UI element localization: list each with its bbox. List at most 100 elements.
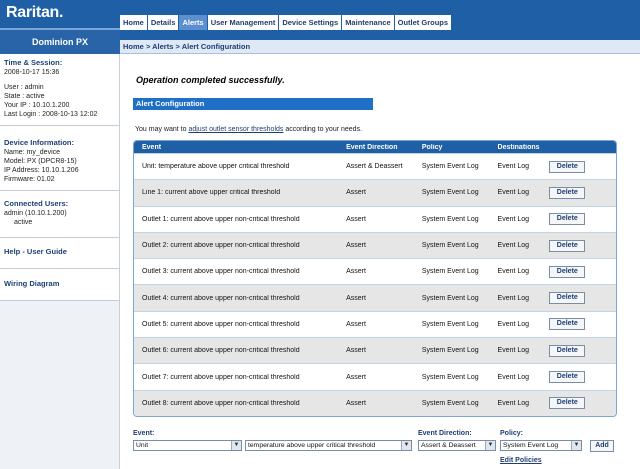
help-user-guide-link[interactable]: Help - User Guide <box>0 238 119 269</box>
tab-details[interactable]: Details <box>147 15 180 30</box>
action-cell: Delete <box>549 239 616 252</box>
breadcrumb-home[interactable]: Home <box>123 42 144 51</box>
direction-cell: Assert <box>346 268 366 276</box>
action-cell: Delete <box>549 397 616 410</box>
direction-cell: Assert <box>346 215 366 223</box>
column-header-direction: Event Direction <box>346 143 398 151</box>
policy-cell: System Event Log <box>421 215 479 223</box>
tab-user-management[interactable]: User Management <box>207 15 280 30</box>
event-select[interactable]: temperature above upper critical thresho… <box>245 440 412 451</box>
delete-button[interactable]: Delete <box>549 239 586 252</box>
chevron-down-icon: ▼ <box>485 441 495 450</box>
delete-button[interactable]: Delete <box>549 318 586 331</box>
policy-cell: System Event Log <box>421 163 479 171</box>
logo-area: Raritan. <box>0 0 120 28</box>
table-row: Outlet 4: current above upper non-critic… <box>134 284 616 311</box>
policy-cell: System Event Log <box>421 347 479 355</box>
event-source-select[interactable]: Unit ▼ <box>133 440 242 451</box>
event-cell: Outlet 3: current above upper non-critic… <box>142 268 300 276</box>
event-cell: Outlet 6: current above upper non-critic… <box>142 347 300 355</box>
tab-outlet-groups[interactable]: Outlet Groups <box>394 15 453 30</box>
breadcrumb: Home > Alerts > Alert Configuration <box>120 40 640 54</box>
action-cell: Delete <box>549 318 616 331</box>
event-cell: Outlet 4: current above upper non-critic… <box>142 294 300 302</box>
table-row: Outlet 2: current above upper non-critic… <box>134 231 616 259</box>
tab-device-settings[interactable]: Device Settings <box>279 15 343 30</box>
edit-policies-link[interactable]: Edit Policies <box>500 457 542 464</box>
session-user: User : admin <box>4 84 44 91</box>
delete-button[interactable]: Delete <box>549 265 586 278</box>
delete-button[interactable]: Delete <box>549 213 586 226</box>
connected-user: admin (10.10.1.200) <box>4 210 67 217</box>
direction-cell: Assert <box>346 373 366 381</box>
session-last-login: Last Login : 2008-10-13 12:02 <box>4 111 98 118</box>
action-cell: Delete <box>549 213 616 226</box>
table-row: Line 1: current above upper critical thr… <box>134 179 616 206</box>
delete-button[interactable]: Delete <box>549 186 586 199</box>
action-cell: Delete <box>549 371 616 384</box>
policy-cell: System Event Log <box>421 399 479 407</box>
column-header-destinations: Destinations <box>497 143 540 151</box>
action-cell: Delete <box>549 186 616 199</box>
adjust-thresholds-link[interactable]: adjust outlet sensor thresholds <box>188 126 283 133</box>
section-title: Alert Configuration <box>133 98 373 110</box>
table-row: Outlet 5: current above upper non-critic… <box>134 310 616 338</box>
direction-cell: Assert <box>346 399 366 407</box>
event-source-value: Unit <box>136 442 149 449</box>
time-session-title: Time & Session: <box>4 58 63 67</box>
event-cell: Outlet 7: current above upper non-critic… <box>142 373 300 381</box>
wiring-diagram-link[interactable]: Wiring Diagram <box>0 269 119 301</box>
direction-select[interactable]: Assert & Deassert ▼ <box>418 440 496 451</box>
direction-cell: Assert <box>346 294 366 302</box>
table-row: Unit: temperature above upper critical t… <box>134 153 616 180</box>
breadcrumb-alerts[interactable]: Alerts <box>152 42 173 51</box>
delete-button[interactable]: Delete <box>549 160 586 173</box>
column-header-policy: Policy <box>421 143 443 151</box>
column-header-event: Event <box>142 143 162 151</box>
tab-alerts[interactable]: Alerts <box>179 15 208 30</box>
session-state: State : active <box>4 93 45 100</box>
device-name: Name: my_device <box>4 149 61 156</box>
device-model: Model: PX (DPCR8-15) <box>4 158 77 165</box>
table-header: Event Event Direction Policy Destination… <box>134 141 616 153</box>
top-navigation: Home Details Alerts User Management Device S… <box>120 0 640 40</box>
destination-cell: Event Log <box>497 320 530 328</box>
threshold-note: You may want to adjust outlet sensor thr… <box>135 126 362 133</box>
device-firmware: Firmware: 01.02 <box>4 176 55 183</box>
destination-cell: Event Log <box>497 294 530 302</box>
delete-button[interactable]: Delete <box>549 292 586 305</box>
action-cell: Delete <box>549 292 616 305</box>
delete-button[interactable]: Delete <box>549 397 586 410</box>
event-value: temperature above upper critical thresho… <box>248 442 376 449</box>
session-ip: Your IP : 10.10.1.200 <box>4 102 70 109</box>
operation-status-message: Operation completed successfully. <box>136 75 285 85</box>
delete-button[interactable]: Delete <box>549 344 586 357</box>
direction-cell: Assert & Deassert <box>346 163 403 171</box>
policy-cell: System Event Log <box>421 294 479 302</box>
delete-button[interactable]: Delete <box>549 371 586 384</box>
table-row: Outlet 6: current above upper non-critic… <box>134 337 616 364</box>
destination-cell: Event Log <box>497 215 530 223</box>
tab-home[interactable]: Home <box>120 15 148 30</box>
direction-cell: Assert <box>346 189 366 197</box>
device-title: Dominion PX <box>0 30 120 54</box>
session-datetime: 2008-10-17 15:36 <box>4 69 60 76</box>
policy-cell: System Event Log <box>421 320 479 328</box>
alert-table: Event Event Direction Policy Destination… <box>133 140 617 417</box>
connected-users-panel: Connected Users: admin (10.10.1.200) act… <box>0 191 119 238</box>
chevron-down-icon: ▼ <box>571 441 581 450</box>
table-row: Outlet 7: current above upper non-critic… <box>134 363 616 390</box>
destination-cell: Event Log <box>497 268 530 276</box>
destination-cell: Event Log <box>497 242 530 250</box>
tab-maintenance[interactable]: Maintenance <box>342 15 395 30</box>
event-label: Event: <box>133 430 155 437</box>
table-row: Outlet 8: current above upper non-critic… <box>134 389 616 416</box>
time-session-panel: Time & Session: 2008-10-17 15:36 User : … <box>0 54 119 126</box>
add-button[interactable]: Add <box>590 440 614 452</box>
chevron-down-icon: ▼ <box>231 441 241 450</box>
policy-select[interactable]: System Event Log ▼ <box>500 440 582 451</box>
event-cell: Outlet 5: current above upper non-critic… <box>142 320 300 328</box>
action-cell: Delete <box>549 344 616 357</box>
policy-cell: System Event Log <box>421 268 479 276</box>
device-info-title: Device Information: <box>4 138 75 147</box>
